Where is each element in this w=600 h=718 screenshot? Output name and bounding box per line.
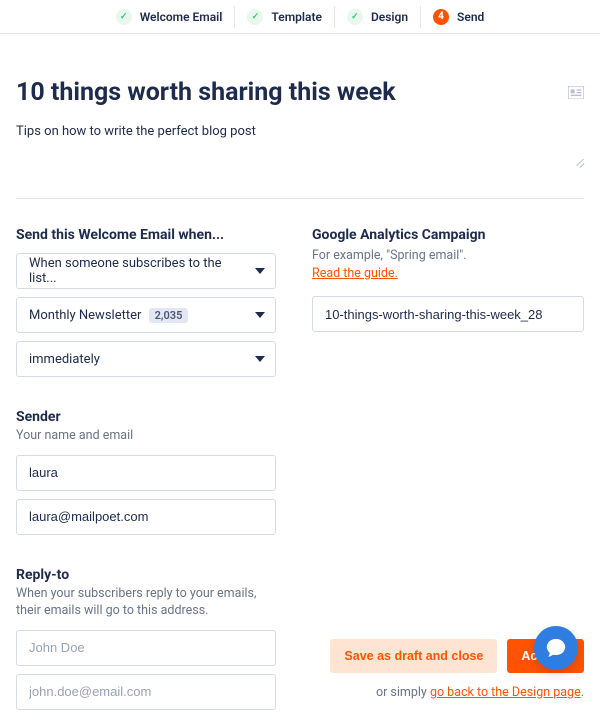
- check-icon: ✓: [116, 9, 132, 25]
- step-design[interactable]: ✓ Design: [335, 6, 421, 28]
- divider: [16, 198, 584, 199]
- resize-handle-icon[interactable]: [574, 156, 584, 166]
- step-label: Template: [271, 10, 322, 24]
- help-chat-button[interactable]: [534, 626, 578, 670]
- ga-hint: For example, "Spring email".: [312, 248, 467, 263]
- select-value: immediately: [29, 352, 100, 367]
- step-label: Send: [457, 10, 484, 24]
- check-icon: ✓: [347, 9, 363, 25]
- sender-name-field[interactable]: [16, 455, 276, 491]
- chevron-down-icon: [255, 268, 265, 274]
- reply-to-hint: When your subscribers reply to your emai…: [16, 585, 276, 620]
- trigger-heading: Send this Welcome Email when...: [16, 227, 276, 243]
- sender-email-field[interactable]: [16, 499, 276, 535]
- subject-text: Tips on how to write the perfect blog po…: [16, 124, 256, 139]
- reply-to-name-input[interactable]: [29, 640, 245, 655]
- sender-name-input[interactable]: [29, 465, 245, 480]
- address-card-icon[interactable]: [568, 84, 584, 98]
- ga-campaign-field[interactable]: [312, 296, 584, 332]
- step-template[interactable]: ✓ Template: [235, 6, 335, 28]
- sender-hint: Your name and email: [16, 427, 276, 445]
- subscriber-count-badge: 2,035: [149, 308, 189, 323]
- step-send[interactable]: 4 Send: [421, 6, 496, 28]
- ga-guide-link[interactable]: Read the guide.: [312, 266, 398, 281]
- sender-heading: Sender: [16, 409, 276, 425]
- reply-to-email-field[interactable]: [16, 674, 276, 710]
- back-to-design-link[interactable]: go back to the Design page: [430, 685, 581, 700]
- chat-icon: [545, 637, 567, 659]
- page-title[interactable]: 10 things worth sharing this week: [16, 78, 396, 108]
- ga-heading: Google Analytics Campaign: [312, 227, 584, 243]
- step-welcome-email[interactable]: ✓ Welcome Email: [104, 6, 236, 28]
- reply-to-heading: Reply-to: [16, 567, 276, 583]
- ga-campaign-input[interactable]: [325, 307, 553, 322]
- footer-text: or simply go back to the Design page.: [330, 685, 584, 700]
- step-label: Welcome Email: [140, 10, 223, 24]
- trigger-event-select[interactable]: When someone subscribes to the list...: [16, 253, 276, 289]
- select-value: Monthly Newsletter 2,035: [29, 308, 188, 323]
- reply-to-email-input[interactable]: [29, 684, 245, 699]
- trigger-list-select[interactable]: Monthly Newsletter 2,035: [16, 297, 276, 333]
- step-number-icon: 4: [433, 9, 449, 25]
- reply-to-section: Reply-to When your subscribers reply to …: [16, 567, 276, 710]
- list-label: Monthly Newsletter: [29, 308, 141, 323]
- select-value: When someone subscribes to the list...: [29, 256, 245, 286]
- chevron-down-icon: [255, 312, 265, 318]
- subject-line[interactable]: Tips on how to write the perfect blog po…: [16, 124, 584, 164]
- save-draft-button[interactable]: Save as draft and close: [330, 639, 497, 673]
- trigger-delay-select[interactable]: immediately: [16, 341, 276, 377]
- reply-to-name-field[interactable]: [16, 630, 276, 666]
- footer-period: .: [581, 685, 584, 700]
- sender-section: Sender Your name and email: [16, 409, 276, 535]
- footer-or: or simply: [376, 685, 430, 700]
- check-icon: ✓: [247, 9, 263, 25]
- step-label: Design: [371, 10, 408, 24]
- wizard-stepper: ✓ Welcome Email ✓ Template ✓ Design 4 Se…: [0, 0, 600, 34]
- chevron-down-icon: [255, 356, 265, 362]
- sender-email-input[interactable]: [29, 509, 245, 524]
